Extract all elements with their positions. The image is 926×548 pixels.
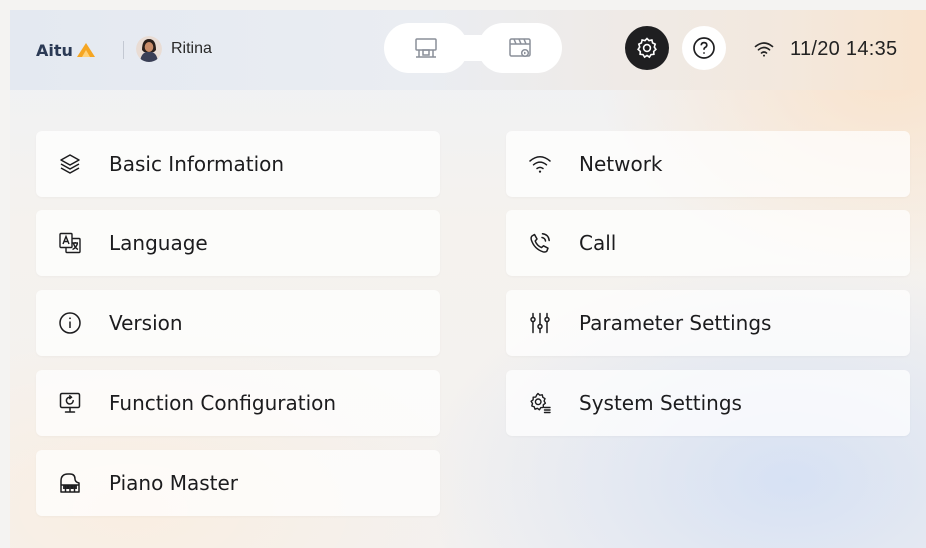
user-name: Ritina — [171, 40, 212, 57]
top-bar: Aitu Ritina 11/20 14:35 — [10, 10, 926, 90]
help-button[interactable] — [682, 26, 726, 70]
brand-name: Aitu — [36, 40, 73, 60]
menu-item-label: System Settings — [579, 391, 742, 415]
menu-item-label: Version — [109, 311, 183, 335]
menu-item-label: Function Configuration — [109, 391, 337, 415]
settings-button[interactable] — [625, 26, 669, 70]
menu-item-label: Piano Master — [109, 471, 239, 495]
info-icon — [59, 312, 81, 334]
header-divider — [123, 41, 124, 59]
mode-switch — [384, 23, 562, 73]
menu-item-parameter-settings[interactable]: Parameter Settings — [506, 290, 910, 356]
gear-icon — [637, 37, 657, 59]
monitor-refresh-icon — [59, 392, 81, 413]
wifi-icon — [529, 156, 551, 173]
phone-call-icon — [530, 233, 550, 253]
brand-logo: Aitu — [36, 39, 97, 61]
menu-item-version[interactable]: Version — [36, 290, 440, 356]
wifi-status-icon — [754, 42, 774, 57]
menu-item-network[interactable]: Network — [506, 131, 910, 197]
menu-item-language[interactable]: Language — [36, 210, 440, 276]
menu-item-label: Call — [579, 231, 617, 255]
translate-icon — [59, 232, 81, 254]
piano-icon — [60, 473, 80, 493]
brand-mark-icon — [76, 43, 95, 57]
menu-item-label: Basic Information — [109, 152, 285, 176]
teaching-desk-icon — [415, 38, 437, 58]
menu-item-label: Parameter Settings — [579, 311, 772, 335]
menu-item-function-configuration[interactable]: Function Configuration — [36, 370, 440, 436]
gear-list-icon — [530, 392, 551, 414]
menu-item-system-settings[interactable]: System Settings — [506, 370, 910, 436]
avatar[interactable] — [136, 36, 162, 62]
question-icon — [693, 37, 715, 59]
menu-item-piano-master[interactable]: Piano Master — [36, 450, 440, 516]
sliders-icon — [530, 312, 550, 334]
settings-screen: Aitu Ritina 11/20 14:35 Basic Informatio… — [10, 10, 926, 548]
video-playback-icon — [509, 38, 531, 58]
layers-icon — [60, 154, 80, 174]
menu-item-basic-information[interactable]: Basic Information — [36, 131, 440, 197]
menu-item-label: Network — [579, 152, 663, 176]
menu-item-call[interactable]: Call — [506, 210, 910, 276]
datetime: 11/20 14:35 — [790, 38, 898, 60]
menu-item-label: Language — [109, 231, 208, 255]
